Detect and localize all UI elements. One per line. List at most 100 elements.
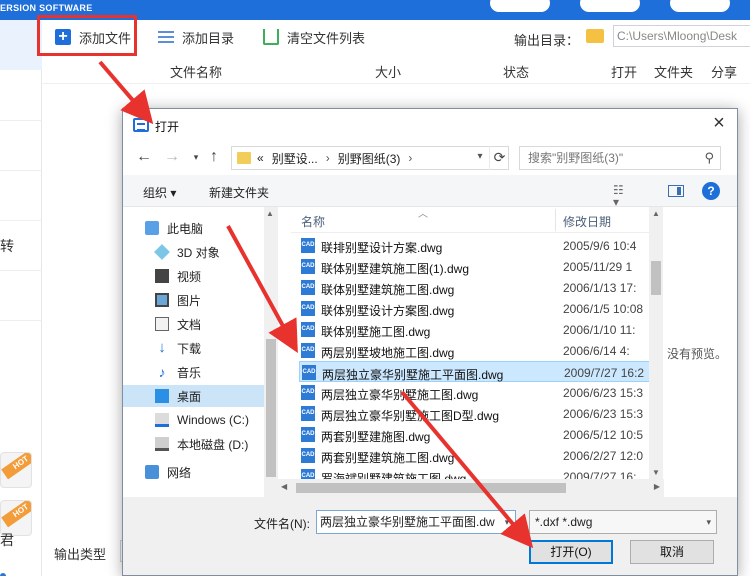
up-arrow-icon[interactable]: ↑ [205, 149, 223, 167]
chevron-down-icon[interactable]: ▾ [499, 511, 515, 533]
tree-item-windows-c[interactable]: Windows (C:) [155, 409, 263, 431]
list-icon [158, 29, 174, 45]
filename-value: 两层独立豪华别墅施工平面图.dw [320, 515, 495, 529]
file-list-scrollbar[interactable]: ▲ ▼ [649, 207, 663, 479]
forward-arrow-icon[interactable]: → [163, 149, 181, 167]
file-row[interactable]: CAD 两层独立豪华别墅施工图D型.dwg 2006/6/23 15:3 [299, 403, 653, 424]
folder-icon[interactable] [586, 29, 604, 43]
tree-item-music[interactable]: ♪ 音乐 [155, 361, 263, 383]
dialog-footer: 文件名(N): 两层独立豪华别墅施工平面图.dw ▾ *.dxf *.dwg ▾… [123, 497, 737, 575]
open-button[interactable]: 打开(O) [529, 540, 613, 564]
tree-item-desktop[interactable]: 桌面 [123, 385, 264, 407]
search-input[interactable]: 搜索"别野图纸(3)" ⚲ [519, 146, 721, 170]
preview-pane-icon[interactable] [668, 185, 684, 197]
chevron-right-icon[interactable]: › [408, 151, 412, 165]
tree-item-pictures[interactable]: 图片 [155, 289, 263, 311]
breadcrumb-overflow[interactable]: « [257, 151, 264, 165]
file-row[interactable]: CAD 联体别墅设计方案图.dwg 2006/1/5 10:08 [299, 298, 653, 319]
open-file-dialog: 打开 × ← → ▾ ↑ « 别墅设... › 别野图纸(3) › ▾ ⟳ 搜索… [122, 108, 738, 576]
downloads-icon: ↓ [158, 339, 166, 356]
view-options-icon[interactable]: ☷ ▾ [613, 184, 627, 208]
tree-item-downloads[interactable]: ↓ 下载 [155, 337, 263, 359]
file-name: 联排别墅设计方案.dwg [321, 241, 443, 255]
recent-chevron-down-icon[interactable]: ▾ [187, 149, 205, 167]
sort-up-icon: ︿ [418, 209, 428, 220]
file-row[interactable]: CAD 两套别墅建筑施工图.dwg 2006/2/27 12:0 [299, 445, 653, 466]
pictures-icon [155, 293, 169, 307]
filetype-value: *.dxf *.dwg [535, 515, 593, 529]
scroll-right-arrow-icon[interactable]: ▶ [654, 482, 660, 491]
tree-item-label: 文档 [177, 317, 202, 332]
scroll-thumb[interactable] [651, 261, 661, 295]
app-sidebar: 转 HOT HOT 君 [0, 20, 42, 576]
file-row[interactable]: CAD 两层独立豪华别墅施工平面图.dwg 2009/7/27 16:2 [299, 361, 653, 382]
add-directory-button[interactable]: 添加目录 [158, 28, 234, 46]
output-dir-field[interactable]: C:\Users\Mloong\Desk [613, 25, 750, 47]
hot-promo-tile[interactable]: HOT [0, 452, 32, 488]
clear-list-button[interactable]: 清空文件列表 [263, 28, 365, 46]
address-dropdown-icon[interactable]: ▾ [471, 146, 489, 170]
tree-item-documents[interactable]: 文档 [155, 313, 263, 335]
help-icon[interactable]: ? [702, 182, 720, 200]
tree-item-network[interactable]: 网络 [145, 461, 263, 483]
dialog-app-icon [133, 118, 149, 132]
file-modified-date: 2006/6/14 4: [563, 344, 630, 358]
title-pill[interactable] [490, 0, 550, 12]
address-bar[interactable]: « 别墅设... › 别野图纸(3) › [231, 146, 509, 170]
chevron-right-icon[interactable]: › [326, 151, 330, 165]
scroll-up-arrow-icon[interactable]: ▲ [266, 209, 274, 218]
file-row[interactable]: CAD 两层别墅坡地施工图.dwg 2006/6/14 4: [299, 340, 653, 361]
tree-item-video[interactable]: 视频 [155, 265, 263, 287]
windows-drive-icon [155, 413, 169, 427]
col-folder: 文件夹 [654, 65, 694, 80]
file-row[interactable]: CAD 联体别墅建筑施工图.dwg 2006/1/13 17: [299, 277, 653, 298]
scroll-down-arrow-icon[interactable]: ▼ [652, 468, 660, 477]
horizontal-scrollbar[interactable]: ◀ ▶ [278, 479, 664, 497]
file-row[interactable]: CAD 联体别墅建筑施工图(1).dwg 2005/11/29 1 [299, 256, 653, 277]
file-row[interactable]: CAD 两层独立豪华别墅施工图.dwg 2006/6/23 15:3 [299, 382, 653, 403]
col-modified[interactable]: 修改日期 [563, 213, 611, 230]
col-name[interactable]: 名称 [301, 213, 325, 230]
organize-menu[interactable]: 组织 ▾ [143, 184, 176, 201]
col-status: 状态 [503, 65, 530, 80]
tree-item-local-disk-d[interactable]: 本地磁盘 (D:) [155, 433, 263, 455]
3d-objects-icon [154, 244, 170, 260]
breadcrumb-item[interactable]: 别野图纸(3) [338, 150, 401, 167]
sidebar-selected-item[interactable] [0, 20, 42, 70]
tree-item-label: 桌面 [177, 389, 202, 404]
filetype-select[interactable]: *.dxf *.dwg ▾ [529, 510, 717, 534]
dialog-title-bar: 打开 × [123, 109, 737, 141]
divider [0, 120, 42, 121]
address-row: ← → ▾ ↑ « 别墅设... › 别野图纸(3) › ▾ ⟳ 搜索"别野图纸… [123, 141, 737, 175]
back-arrow-icon[interactable]: ← [135, 149, 153, 167]
sidebar-partial-label[interactable]: 转 [0, 236, 14, 256]
column-divider[interactable] [555, 209, 556, 231]
cancel-button[interactable]: 取消 [630, 540, 714, 564]
title-pill[interactable] [580, 0, 640, 12]
file-row[interactable]: CAD 罗海斌别墅建筑施工图.dwg 2009/7/27 16: [299, 466, 653, 479]
file-name: 两套别墅建施图.dwg [321, 430, 431, 444]
no-preview-text: 没有预览。 [667, 347, 728, 361]
file-row[interactable]: CAD 联排别墅设计方案.dwg 2005/9/6 10:4 [299, 235, 653, 256]
tree-scrollbar[interactable]: ▲ [264, 207, 278, 497]
file-row[interactable]: CAD 两套别墅建施图.dwg 2006/5/12 10:5 [299, 424, 653, 445]
documents-icon [155, 317, 169, 331]
clear-icon [263, 29, 279, 45]
scroll-left-arrow-icon[interactable]: ◀ [281, 482, 287, 491]
scroll-up-arrow-icon[interactable]: ▲ [652, 209, 660, 218]
scroll-thumb[interactable] [266, 339, 276, 477]
refresh-icon[interactable]: ⟳ [489, 146, 509, 170]
file-modified-date: 2006/6/23 15:3 [563, 386, 644, 400]
chevron-down-icon: ▾ [706, 517, 711, 527]
new-folder-button[interactable]: 新建文件夹 [209, 184, 269, 201]
breadcrumb-item[interactable]: 别墅设... [272, 150, 318, 167]
title-pill[interactable] [670, 0, 730, 12]
dwg-file-icon: CAD [301, 322, 315, 337]
file-row[interactable]: CAD 联体别墅施工图.dwg 2006/1/10 11: [299, 319, 653, 340]
scroll-thumb[interactable] [296, 483, 566, 493]
tree-item-3d-objects[interactable]: 3D 对象 [154, 241, 263, 263]
tree-item-this-pc[interactable]: 此电脑 [145, 217, 263, 239]
filename-input[interactable]: 两层独立豪华别墅施工平面图.dw ▾ [316, 510, 516, 534]
tree-item-label: 网络 [167, 465, 192, 480]
close-icon[interactable]: × [709, 113, 729, 135]
